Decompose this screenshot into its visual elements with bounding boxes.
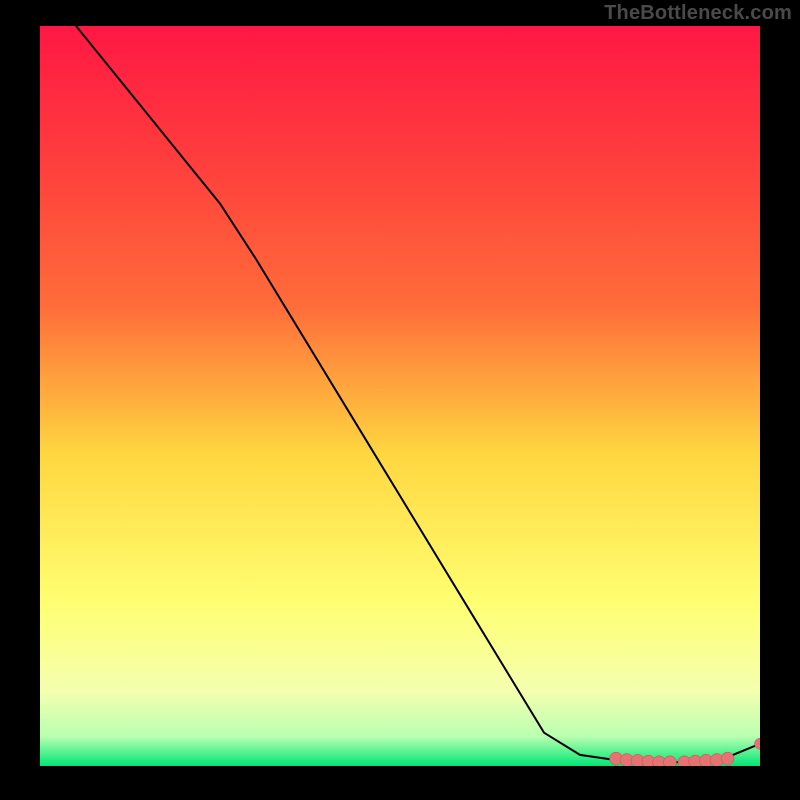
gradient-background bbox=[40, 26, 760, 766]
chart-svg bbox=[40, 26, 760, 766]
chart-frame: TheBottleneck.com bbox=[0, 0, 800, 800]
watermark-text: TheBottleneck.com bbox=[604, 2, 792, 25]
plot-area bbox=[40, 26, 760, 766]
data-marker bbox=[664, 756, 677, 766]
data-marker bbox=[721, 752, 734, 765]
